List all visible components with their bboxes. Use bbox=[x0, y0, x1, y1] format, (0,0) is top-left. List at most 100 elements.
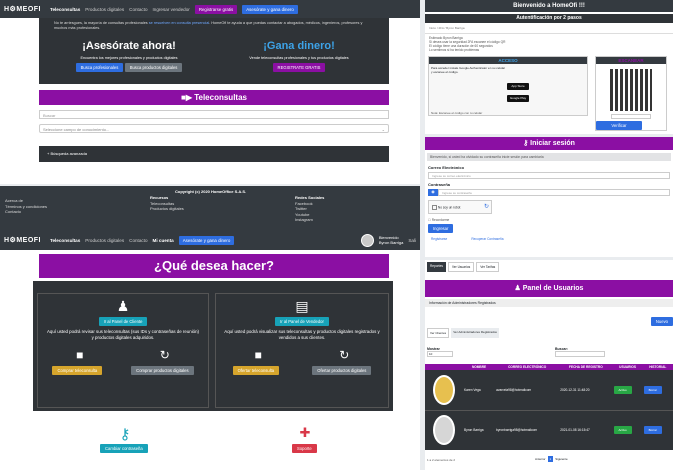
remember-me[interactable]: ☐ Recordarme bbox=[425, 218, 673, 222]
new-admin-button[interactable]: Nuevo bbox=[650, 317, 673, 326]
admin-panel: Reportes Ver Usuarios Ver Tarifas ♟ Pane… bbox=[425, 260, 673, 470]
hero-section: No te arriesgues, la mayoría de consulta… bbox=[39, 18, 389, 84]
tab-users[interactable]: Ver Usuarios bbox=[447, 262, 475, 272]
google-play-badge[interactable]: Google Play bbox=[507, 95, 529, 102]
entries-select[interactable]: 10 bbox=[427, 351, 453, 357]
app-store-badge[interactable]: App Store bbox=[507, 83, 529, 90]
hero-right-title: ¡Gana dinero! bbox=[263, 40, 335, 52]
recaptcha[interactable]: No soy un robot ↻ bbox=[428, 200, 492, 214]
eye-icon[interactable]: ◉ bbox=[428, 189, 438, 196]
vendor-panel-button[interactable]: Ir al Panel de Vendedor bbox=[275, 317, 329, 326]
tab-rates[interactable]: Ver Tarifas bbox=[476, 262, 500, 272]
vendor-panel-text: Aquí usted podrá visualizar sus telecons… bbox=[224, 329, 380, 340]
panels-container: ♟ Ir al Panel de Cliente Aquí usted podr… bbox=[33, 281, 393, 411]
login-panel: ⚷ Iniciar sesión Bienvenido, si usted ha… bbox=[425, 137, 673, 257]
change-password-button[interactable]: Cambiar contraseña bbox=[100, 444, 148, 453]
captcha-checkbox[interactable] bbox=[432, 205, 437, 210]
verify-button[interactable]: Verificar bbox=[596, 121, 642, 130]
subtab-clients[interactable]: Ver Clientes bbox=[427, 328, 450, 338]
client-panel-text: Aquí usted podrá revisar sus teleconsult… bbox=[46, 329, 200, 340]
delete-button[interactable]: Borrar bbox=[643, 426, 662, 435]
password-field[interactable]: Ingrese su contraseña bbox=[438, 189, 670, 196]
prev-page[interactable]: Anterior bbox=[535, 457, 546, 461]
access-card: ACCESO Para acceder instale Google Authe… bbox=[428, 56, 588, 116]
page-1[interactable]: 1 bbox=[547, 456, 554, 462]
admin-subtitle: Información de Administradores Registrad… bbox=[425, 299, 673, 307]
offer-products-button[interactable]: Ofertar productos digitales bbox=[312, 366, 372, 375]
recaptcha-icon: ↻ bbox=[483, 204, 489, 210]
nav-link-contact[interactable]: Contacto bbox=[129, 238, 147, 243]
hero-left: ¡Asesórate ahora! Encuentra los mejores … bbox=[64, 40, 194, 72]
store-icon: ▤ bbox=[295, 298, 309, 314]
vendor-panel: ▤ Ir al Panel de Vendedor Aquí usted pod… bbox=[215, 293, 389, 408]
advanced-search[interactable]: + Búsqueda avanzada bbox=[39, 146, 389, 162]
advise-button[interactable]: Asesórate y gana dinero bbox=[242, 4, 298, 14]
register-free-button[interactable]: REGISTRATE GRATIS bbox=[272, 63, 326, 72]
logged-navbar: H⚙MEOFI Teleconsultas Productos digitale… bbox=[0, 230, 420, 250]
what-title: ¿Qué desea hacer? bbox=[39, 254, 389, 278]
person-icon: ♟ bbox=[116, 298, 130, 314]
key-icon: ⚷ bbox=[119, 426, 131, 443]
nav-link-products[interactable]: Productos digitales bbox=[85, 7, 124, 12]
copyright: Copyright (c) 2020 HomeOffice S.A.S. bbox=[175, 189, 247, 194]
forgot-password-link[interactable]: Recuperar Contraseña bbox=[471, 237, 503, 241]
nav-link-vendor-login[interactable]: Ingresar vendedor bbox=[153, 7, 190, 12]
nav-link-teleconsultas[interactable]: Teleconsultas bbox=[50, 7, 80, 12]
avatar[interactable] bbox=[360, 233, 374, 247]
nav-link-products[interactable]: Productos digitales bbox=[85, 238, 124, 243]
key-icon: ⚷ bbox=[523, 140, 529, 147]
admin-search-input[interactable] bbox=[555, 351, 605, 357]
email-field[interactable]: Ingrese su correo electrónico bbox=[428, 172, 670, 179]
find-products-button[interactable]: Busca productos digitales bbox=[124, 63, 183, 72]
footer-link-contact[interactable]: Contacto bbox=[5, 209, 47, 215]
hero-intro: No te arriesgues, la mayoría de consulta… bbox=[54, 21, 363, 30]
offer-teleconsulta-button[interactable]: Ofertar teleconsulta bbox=[232, 366, 280, 375]
register-link[interactable]: Registrarse bbox=[431, 237, 447, 241]
twofa-panel: Bienvenido a HomeOfi !!! Autentificación… bbox=[425, 0, 673, 134]
password-label: Contraseña bbox=[428, 182, 451, 187]
nav-link-teleconsultas[interactable]: Teleconsultas bbox=[50, 238, 80, 243]
client-panel-button[interactable]: Ir al Panel de Cliente bbox=[98, 317, 148, 326]
footer-link-products[interactable]: Productos digitales bbox=[150, 206, 184, 212]
knowledge-select[interactable]: Seleccione campo de conocimiento... ⌄ bbox=[39, 124, 389, 133]
footer-col3: Redes Sociales Facebook Twitter Youtube … bbox=[295, 195, 324, 223]
footer-col1: Acerca de Términos y condiciones Contact… bbox=[5, 198, 47, 215]
delete-button[interactable]: Borrar bbox=[643, 385, 662, 394]
find-pros-button[interactable]: Busca profesionales bbox=[75, 63, 124, 72]
access-title: ACCESO bbox=[429, 57, 587, 64]
nav-link-account[interactable]: Mi cuenta bbox=[153, 238, 174, 243]
footer-col2: Recursos Teleconsultas Productos digital… bbox=[150, 195, 184, 212]
table-row: Karen Vega avarvela98@hotmailcom 2020-12… bbox=[425, 370, 673, 410]
advise-button[interactable]: Asesórate y gana dinero bbox=[178, 235, 235, 245]
register-button[interactable]: Registrarse gratis bbox=[194, 4, 238, 14]
subtab-admins[interactable]: Ver Administradores Registrados bbox=[451, 328, 499, 338]
hero-left-title: ¡Asesórate ahora! bbox=[82, 40, 176, 52]
breadcrumb: Inicio / 2FA / Byron Barriga bbox=[425, 23, 673, 34]
user-greeting: Bienvenido Byron Barriga bbox=[378, 235, 404, 245]
tab-reports[interactable]: Reportes bbox=[427, 262, 446, 272]
status-badge[interactable]: Activo bbox=[613, 426, 632, 435]
buy-products-button[interactable]: Comprar productos digitales bbox=[131, 366, 194, 375]
admin-title: ♟ Panel de Usuarios bbox=[425, 280, 673, 297]
hero-intro-link[interactable]: se resuelven en consulta presencial bbox=[149, 21, 209, 25]
footer-link-instagram[interactable]: Instagram bbox=[295, 217, 324, 223]
login-submit-button[interactable]: Ingresar bbox=[428, 224, 454, 233]
logo[interactable]: H⚙MEOFI bbox=[4, 5, 41, 13]
twofa-title: Autentificación por 2 pasos bbox=[425, 14, 673, 23]
next-page[interactable]: Siguiente bbox=[555, 457, 568, 461]
video-icon: ■ bbox=[254, 348, 262, 362]
logo[interactable]: H⚙MEOFI bbox=[4, 236, 41, 244]
support-button[interactable]: Soporte bbox=[292, 444, 317, 453]
logout-link[interactable]: Sali bbox=[408, 238, 416, 243]
nav-link-contact[interactable]: Contacto bbox=[129, 7, 147, 12]
status-badge[interactable]: Activo bbox=[613, 385, 632, 394]
dashboard-panel: H⚙MEOFI Teleconsultas Productos digitale… bbox=[0, 230, 420, 470]
code-input[interactable] bbox=[611, 114, 651, 119]
show-entries: Mostrar 10 bbox=[427, 347, 453, 357]
buy-teleconsulta-button[interactable]: Comprar teleconsulta bbox=[52, 366, 103, 375]
hero-left-sub: Encuentra los mejores profesionales y pr… bbox=[80, 56, 178, 60]
client-panel: ♟ Ir al Panel de Cliente Aquí usted podr… bbox=[37, 293, 209, 408]
qr-code bbox=[610, 69, 652, 111]
search-input[interactable]: Buscar bbox=[39, 110, 389, 119]
admin-table: NOMBRE CORREO ELECTRÓNICO FECHA DE REGIS… bbox=[425, 364, 673, 450]
